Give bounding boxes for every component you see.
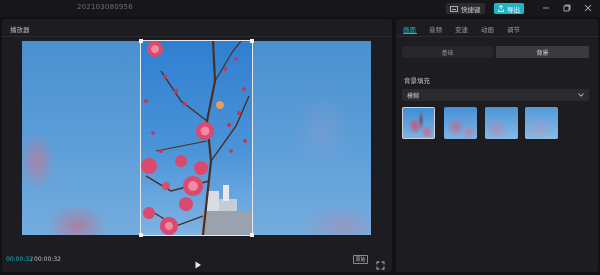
segment-background[interactable]: 背景 [496, 46, 589, 58]
keyboard-icon [450, 5, 458, 12]
minimize-button[interactable] [540, 2, 552, 14]
video-clip-frame[interactable] [140, 40, 253, 236]
export-button[interactable]: 导出 [494, 3, 524, 14]
blur-level-option-4[interactable] [525, 107, 558, 139]
play-button[interactable] [193, 255, 203, 269]
resize-handle-top-left[interactable] [139, 39, 143, 43]
active-tab-indicator [403, 33, 417, 34]
blur-level-option-1[interactable] [402, 107, 435, 139]
resize-handle-bottom-right[interactable] [250, 233, 254, 237]
fill-type-select[interactable]: 模糊 [402, 89, 589, 101]
fill-type-value: 模糊 [407, 92, 420, 100]
shortcut-button[interactable]: 快捷键 [446, 3, 485, 14]
close-button[interactable] [582, 2, 594, 14]
tab-audio[interactable]: 音频 [429, 24, 442, 34]
time-separator: / [31, 256, 34, 263]
maximize-button[interactable] [561, 2, 573, 14]
tab-speed[interactable]: 变速 [455, 24, 468, 34]
background-fill-label: 背景填充 [404, 77, 430, 85]
fullscreen-button[interactable] [376, 255, 385, 270]
current-time: 00:00:32 [6, 256, 33, 263]
total-duration: 00:00:32 [34, 256, 61, 263]
plum-blossom-image [141, 41, 252, 235]
tab-animation[interactable]: 动画 [481, 24, 494, 34]
segment-basic[interactable]: 基础 [402, 46, 493, 58]
export-label: 导出 [507, 5, 520, 14]
minimize-icon [543, 7, 549, 9]
play-icon [195, 261, 201, 269]
blur-level-option-3[interactable] [485, 107, 518, 139]
close-icon [584, 4, 592, 12]
divider [396, 36, 598, 37]
tab-adjust[interactable]: 调节 [507, 24, 520, 34]
chevron-down-icon [578, 93, 584, 97]
restore-icon [563, 4, 571, 12]
fullscreen-icon [376, 261, 385, 270]
project-name: 202103080956 [77, 3, 133, 11]
resize-handle-top-right[interactable] [250, 39, 254, 43]
divider [2, 36, 392, 37]
blur-level-option-2[interactable] [444, 107, 477, 139]
aspect-ratio-button[interactable]: 原始 [353, 255, 368, 264]
resize-handle-bottom-left[interactable] [139, 233, 143, 237]
player-title: 播放器 [10, 26, 30, 34]
shortcut-label: 快捷键 [461, 5, 481, 14]
export-icon [498, 5, 504, 12]
